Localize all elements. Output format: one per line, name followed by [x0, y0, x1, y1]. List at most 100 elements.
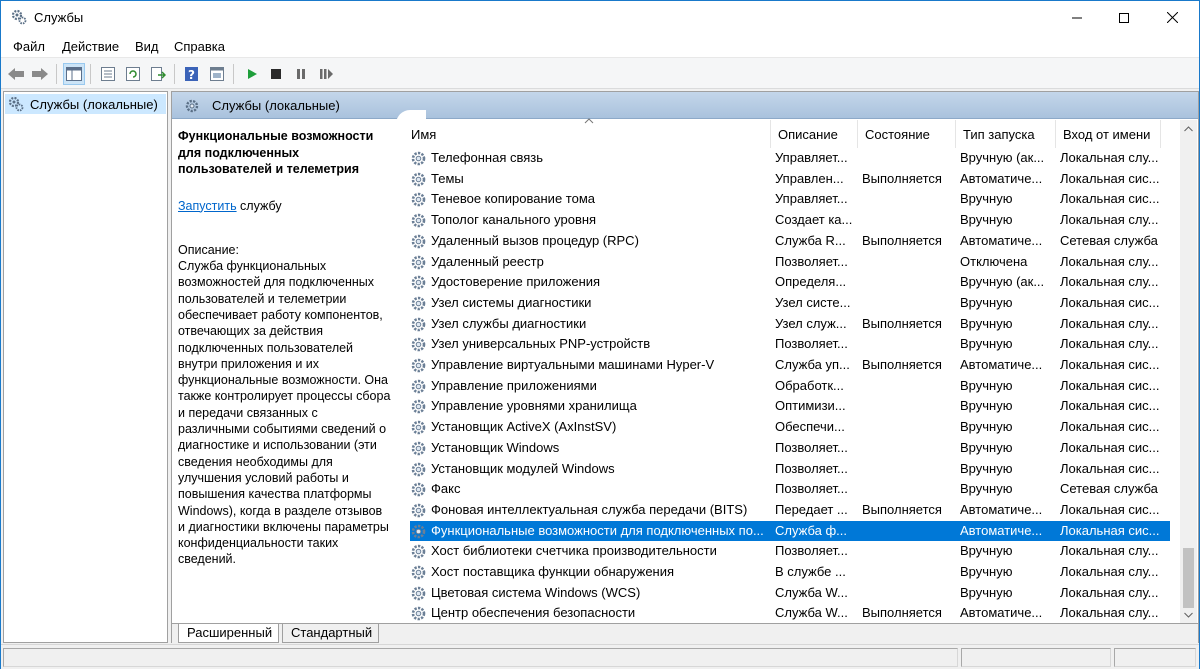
- pause-service-button[interactable]: [290, 63, 312, 85]
- service-row[interactable]: Управление виртуальными машинами Hyper-V…: [410, 355, 1170, 376]
- service-startup-type: Вручную: [960, 315, 1013, 331]
- show-pane-button[interactable]: [206, 63, 228, 85]
- service-row[interactable]: Факс Позволяет... Вручную Сетевая служба: [410, 479, 1170, 500]
- service-gear-icon: [411, 172, 426, 186]
- start-service-button[interactable]: [241, 63, 263, 85]
- service-row[interactable]: Телефонная связь Управляет... Вручную (ак.…: [410, 148, 1170, 169]
- service-description: Позволяет...: [775, 336, 848, 352]
- scroll-up-button[interactable]: [1180, 120, 1197, 137]
- start-service-link[interactable]: Запустить: [178, 199, 237, 213]
- back-button[interactable]: [5, 63, 27, 85]
- sort-ascending-icon: [584, 118, 594, 124]
- service-name: Темы: [431, 170, 464, 186]
- service-row[interactable]: Тополог канального уровня Создает ка... Вр…: [410, 210, 1170, 231]
- service-gear-icon: [411, 420, 426, 435]
- tab-extended[interactable]: Расширенный: [178, 624, 280, 643]
- service-startup-type: Вручную: [960, 564, 1013, 579]
- service-row[interactable]: Управление приложениями Обработк... Вручну…: [410, 376, 1170, 397]
- service-name: Факс: [431, 481, 461, 497]
- service-row[interactable]: Узел системы диагностики Узел систе... Вру…: [410, 293, 1170, 314]
- service-name: Удостоверение приложения: [431, 274, 601, 290]
- vertical-scrollbar[interactable]: [1180, 120, 1197, 623]
- service-row[interactable]: Теневое копирование тома Управляет... Вруч…: [410, 189, 1170, 210]
- service-logon-as: Локальная сис...: [1060, 522, 1160, 538]
- column-label: Описание: [778, 126, 838, 142]
- service-startup-type: Автоматиче...: [960, 605, 1043, 621]
- menu-help[interactable]: Справка: [174, 39, 225, 54]
- service-name: Удаленный реестр: [431, 253, 544, 269]
- help-button[interactable]: ?: [181, 63, 203, 85]
- menu-view[interactable]: Вид: [135, 39, 159, 54]
- service-row[interactable]: Установщик модулей Windows Позволяет... Вр…: [410, 459, 1170, 480]
- service-status: Выполняется: [862, 170, 942, 186]
- service-gear-icon: [411, 503, 426, 518]
- service-action: Запустить службу: [178, 198, 392, 214]
- column-header-logon-as[interactable]: Вход от имени: [1056, 120, 1161, 148]
- service-name: Узел универсальных PNP-устройств: [431, 336, 651, 352]
- service-logon-as: Локальная слу...: [1060, 274, 1159, 290]
- scroll-down-button[interactable]: [1180, 606, 1197, 623]
- forward-button[interactable]: [29, 63, 51, 85]
- service-description: Узел служ...: [775, 315, 847, 331]
- service-row[interactable]: Фоновая интеллектуальная служба передачи…: [410, 500, 1170, 521]
- service-row[interactable]: Узел универсальных PNP-устройств Позволяе…: [410, 334, 1170, 355]
- service-row[interactable]: Удаленный реестр Позволяет... Отключена Лок…: [410, 252, 1170, 273]
- service-row[interactable]: Управление уровнями хранилища Оптимизи...…: [410, 396, 1170, 417]
- service-name: Управление уровнями хранилища: [431, 398, 637, 414]
- service-row[interactable]: Темы Управлен... Выполняется Автоматиче... Л…: [410, 169, 1170, 190]
- service-gear-icon: [411, 441, 426, 456]
- title-bar[interactable]: Службы: [1, 1, 1199, 34]
- service-status: [862, 583, 958, 604]
- column-header-startup-type[interactable]: Тип запуска: [956, 120, 1056, 148]
- service-row[interactable]: Установщик ActiveX (AxInstSV) Обеспечи...…: [410, 417, 1170, 438]
- service-row[interactable]: Удостоверение приложения Определя... Вручн…: [410, 272, 1170, 293]
- service-row[interactable]: Хост поставщика функции обнаружения В слу…: [410, 562, 1170, 583]
- service-startup-type: Вручную: [960, 377, 1013, 393]
- service-row[interactable]: Хост библиотеки счетчика производительно…: [410, 541, 1170, 562]
- restart-service-button[interactable]: [315, 63, 337, 85]
- menu-file[interactable]: Файл: [13, 39, 45, 54]
- scroll-thumb[interactable]: [1183, 548, 1194, 608]
- pause-icon: [297, 69, 305, 79]
- service-logon-as: Локальная слу...: [1060, 315, 1159, 331]
- service-logon-as: Локальная слу...: [1060, 564, 1159, 579]
- export-list-button[interactable]: [147, 63, 169, 85]
- service-gear-icon: [411, 565, 426, 580]
- service-row[interactable]: Функциональные возможности для подключен…: [410, 520, 1170, 542]
- service-row[interactable]: Удаленный вызов процедур (RPC) Служба R..…: [410, 231, 1170, 252]
- close-button[interactable]: [1149, 1, 1195, 34]
- service-description: Служба W...: [775, 584, 848, 600]
- service-row[interactable]: Цветовая система Windows (WCS) Служба W..…: [410, 583, 1170, 604]
- menu-action[interactable]: Действие: [62, 39, 119, 54]
- service-name: Фоновая интеллектуальная служба передачи…: [431, 501, 748, 517]
- service-startup-type: Отключена: [960, 253, 1028, 269]
- view-tabs: Расширенный Стандартный: [172, 623, 1198, 644]
- tab-standard[interactable]: Стандартный: [282, 624, 380, 643]
- refresh-button[interactable]: [122, 63, 144, 85]
- service-name: Узел службы диагностики: [431, 315, 587, 331]
- column-header-description[interactable]: Описание: [771, 120, 858, 148]
- stop-service-button[interactable]: [265, 63, 287, 85]
- service-description: Позволяет...: [775, 439, 848, 455]
- service-gear-icon: [411, 317, 426, 331]
- service-description: Узел систе...: [775, 294, 851, 310]
- service-status: [862, 562, 958, 583]
- chevron-down-icon: [1184, 612, 1193, 618]
- service-name: Хост библиотеки счетчика производительно…: [431, 543, 717, 559]
- service-logon-as: Локальная слу...: [1060, 584, 1159, 600]
- maximize-button[interactable]: [1101, 1, 1147, 34]
- service-startup-type: Вручную: [960, 439, 1013, 455]
- service-row[interactable]: Центр обеспечения безопасности Служба W..…: [410, 603, 1170, 624]
- service-gear-icon: [411, 607, 426, 621]
- service-row[interactable]: Узел службы диагностики Узел служ... Выпол…: [410, 314, 1170, 335]
- service-startup-type: Вручную: [960, 481, 1013, 497]
- column-header-status[interactable]: Состояние: [858, 120, 956, 148]
- service-startup-type: Вручную: [960, 212, 1013, 228]
- column-header-name[interactable]: Имя: [404, 118, 771, 148]
- service-row[interactable]: Установщик Windows Позволяет... Вручную Лок…: [410, 438, 1170, 459]
- service-gear-icon: [411, 275, 426, 290]
- tree-item-services-local[interactable]: Службы (локальные): [5, 94, 166, 114]
- console-tree-button[interactable]: [63, 63, 85, 85]
- minimize-button[interactable]: [1054, 1, 1100, 34]
- properties-list-button[interactable]: [97, 63, 119, 85]
